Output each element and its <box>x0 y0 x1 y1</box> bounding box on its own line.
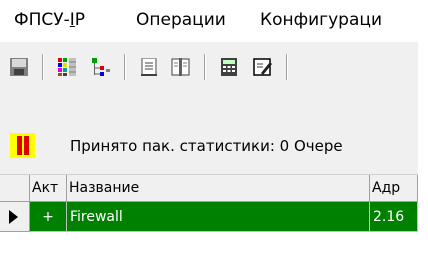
grid-header: Акт Название Адр <box>0 174 418 203</box>
row-active-cell[interactable]: + <box>30 202 67 232</box>
book-pages-icon <box>171 58 190 76</box>
window-edge <box>418 0 428 278</box>
edit-button[interactable] <box>248 52 278 82</box>
table-row[interactable]: + Firewall 2.16 <box>0 202 418 232</box>
edit-document-icon <box>253 58 272 76</box>
nodes-grid: Акт Название Адр + Firewall 2.16 <box>0 174 418 278</box>
toolbar-separator <box>204 54 205 80</box>
menu-bar: ФПСУ-IP Операции Конфигураци <box>0 0 418 42</box>
row-name-cell[interactable]: Firewall <box>67 202 370 232</box>
menu-operations[interactable]: Операции <box>136 9 226 31</box>
column-header-name[interactable]: Название <box>67 175 370 202</box>
menu-fpsu-ip[interactable]: ФПСУ-IP <box>14 9 85 31</box>
log-pages-button[interactable] <box>166 52 196 82</box>
row-indicator <box>0 202 30 232</box>
toolbar-separator <box>124 54 125 80</box>
column-header-address[interactable]: Адр <box>370 175 418 202</box>
book-icon <box>141 58 157 76</box>
menu-configuration[interactable]: Конфигураци <box>260 9 382 31</box>
color-grid-icon <box>58 58 76 76</box>
tree-icon <box>92 58 110 76</box>
calculator-button[interactable] <box>214 52 244 82</box>
column-header-active[interactable]: Акт <box>30 175 67 202</box>
current-row-arrow-icon <box>9 210 18 224</box>
grid-empty-area <box>0 232 418 278</box>
toolbar-separator <box>286 54 287 80</box>
toolbar-separator <box>42 54 43 80</box>
save-icon <box>10 58 28 76</box>
grid-view-button[interactable] <box>52 52 82 82</box>
statistics-status-text: Принято пак. статистики: 0 Очере <box>70 137 343 155</box>
pause-icon[interactable] <box>10 133 35 158</box>
calculator-icon <box>221 58 237 76</box>
application-window: ФПСУ-IP Операции Конфигураци Принято пак… <box>0 0 418 278</box>
menu-fpsu-ip-label: ФПСУ-IP <box>14 10 86 30</box>
save-button[interactable] <box>4 52 34 82</box>
row-address-cell[interactable]: 2.16 <box>370 202 418 232</box>
tree-view-button[interactable] <box>86 52 116 82</box>
header-indicator-cell <box>0 175 30 202</box>
log-button[interactable] <box>134 52 164 82</box>
toolbar <box>0 42 418 92</box>
status-bar: Принято пак. статистики: 0 Очере <box>0 118 418 174</box>
